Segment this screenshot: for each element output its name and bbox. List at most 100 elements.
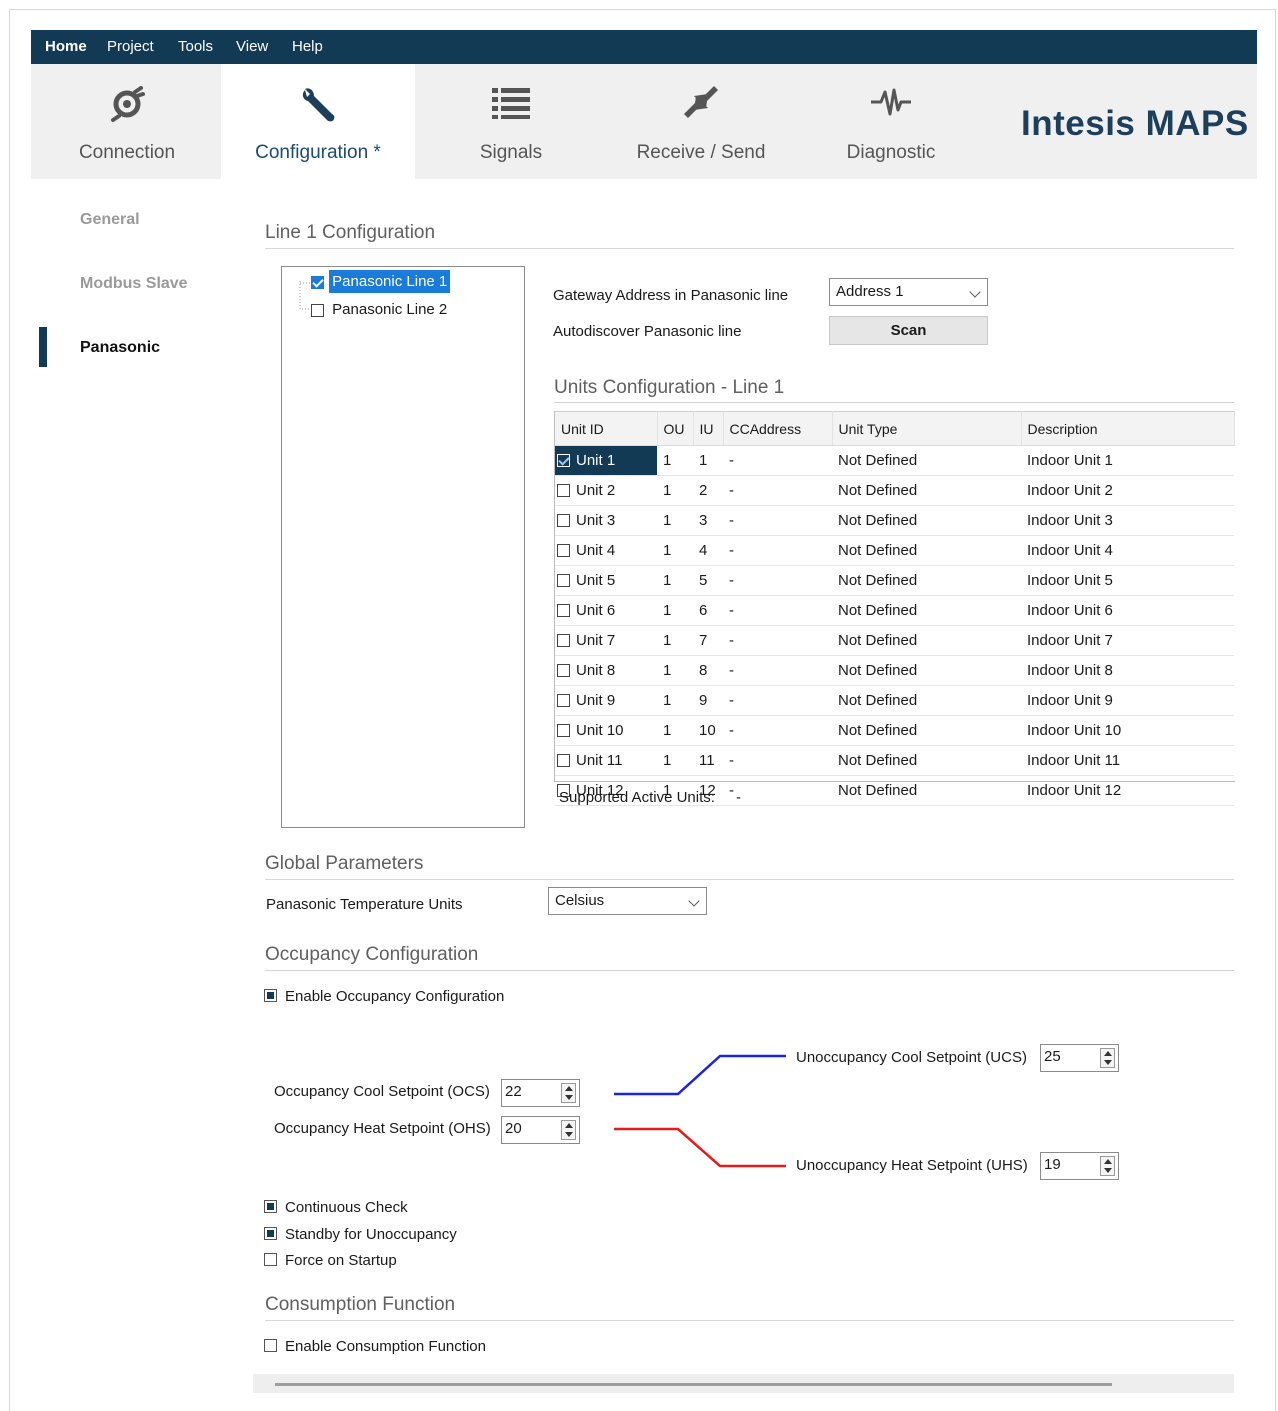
standby-checkbox[interactable]: Standby for Unoccupancy <box>264 1226 457 1243</box>
ocs-spinner[interactable]: 22 <box>501 1079 580 1107</box>
description-cell: Indoor Unit 9 <box>1021 685 1234 716</box>
tab-signals[interactable]: Signals <box>415 64 607 179</box>
ohs-spinner[interactable]: 20 <box>501 1116 580 1144</box>
sidebar-item-general[interactable]: General <box>80 211 140 229</box>
uhs-spinner[interactable]: 19 <box>1040 1152 1119 1180</box>
ccaddress-cell: - <box>723 745 832 776</box>
unit-id-cell[interactable]: Unit 8 <box>555 655 657 686</box>
tab-connection[interactable]: Connection <box>31 64 223 179</box>
enable-consumption-check-box[interactable] <box>264 1339 277 1353</box>
unit-id-cell[interactable]: Unit 9 <box>555 685 657 716</box>
temp-units-select[interactable]: Celsius <box>548 887 707 915</box>
sidebar-item-modbus-slave[interactable]: Modbus Slave <box>80 275 188 293</box>
description-cell: Indoor Unit 1 <box>1021 445 1234 476</box>
units-title-divider <box>554 402 1234 403</box>
tree-line2-checkbox[interactable] <box>311 303 324 317</box>
unit-type-cell: Not Defined <box>832 655 1021 686</box>
table-row[interactable]: Unit 9 1 9- Not Defined Indoor Unit 9 <box>555 685 1234 716</box>
unit-id-label: Unit 9 <box>576 692 616 709</box>
col-header-ou[interactable]: OU <box>657 411 694 446</box>
col-header-description[interactable]: Description <box>1021 411 1235 446</box>
unit-checkbox[interactable] <box>557 543 570 557</box>
unit-checkbox[interactable] <box>557 693 570 707</box>
unit-checkbox[interactable] <box>557 513 570 527</box>
table-row[interactable]: Unit 4 1 4- Not Defined Indoor Unit 4 <box>555 535 1234 566</box>
unit-checkbox[interactable] <box>557 723 570 737</box>
enable-occupancy-check[interactable] <box>264 989 277 1003</box>
unit-id-cell[interactable]: Unit 3 <box>555 505 657 536</box>
unit-id-cell[interactable]: Unit 5 <box>555 565 657 596</box>
standby-check-box[interactable] <box>264 1227 277 1241</box>
continuous-check-label: Continuous Check <box>285 1199 408 1216</box>
spinner-arrows-icon[interactable] <box>1100 1048 1115 1068</box>
col-header-unit-type[interactable]: Unit Type <box>832 411 1022 446</box>
unit-type-cell: Not Defined <box>832 535 1021 566</box>
enable-occupancy-checkbox[interactable]: Enable Occupancy Configuration <box>264 988 504 1005</box>
unit-checkbox[interactable] <box>557 633 570 647</box>
description-cell: Indoor Unit 12 <box>1021 775 1234 806</box>
unit-checkbox[interactable] <box>557 573 570 587</box>
enable-consumption-checkbox[interactable]: Enable Consumption Function <box>264 1338 486 1355</box>
menu-project[interactable]: Project <box>107 38 154 55</box>
force-startup-checkbox[interactable]: Force on Startup <box>264 1252 397 1269</box>
unit-type-cell: Not Defined <box>832 775 1021 806</box>
description-cell: Indoor Unit 11 <box>1021 745 1234 776</box>
table-row[interactable]: Unit 2 1 2- Not Defined Indoor Unit 2 <box>555 475 1234 506</box>
tree-item-line1[interactable]: Panasonic Line 1 <box>311 270 451 293</box>
unit-id-cell[interactable]: Unit 4 <box>555 535 657 566</box>
continuous-check-checkbox[interactable]: Continuous Check <box>264 1199 408 1216</box>
table-row[interactable]: Unit 5 1 5- Not Defined Indoor Unit 5 <box>555 565 1234 596</box>
description-cell: Indoor Unit 2 <box>1021 475 1234 506</box>
force-startup-check-box[interactable] <box>264 1253 277 1267</box>
tree-line1-checkbox[interactable] <box>311 275 324 289</box>
gateway-address-select[interactable]: Address 1 <box>829 278 988 306</box>
unit-checkbox[interactable] <box>557 483 570 497</box>
ccaddress-cell: - <box>723 445 832 476</box>
heat-connector-line <box>614 1127 786 1168</box>
unit-id-cell[interactable]: Unit 6 <box>555 595 657 626</box>
tree-item-line2[interactable]: Panasonic Line 2 <box>311 301 450 318</box>
col-header-iu[interactable]: IU <box>693 411 724 446</box>
scrollbar-thumb[interactable] <box>275 1383 1112 1386</box>
horizontal-scrollbar[interactable] <box>253 1374 1234 1393</box>
spinner-arrows-icon[interactable] <box>561 1083 576 1103</box>
ucs-label: Unoccupancy Cool Setpoint (UCS) <box>796 1049 1027 1066</box>
ocs-label: Occupancy Cool Setpoint (OCS) <box>274 1083 490 1100</box>
ucs-spinner[interactable]: 25 <box>1040 1044 1119 1072</box>
tab-receive-send[interactable]: Receive / Send <box>605 64 797 179</box>
table-row[interactable]: Unit 11 1 11- Not Defined Indoor Unit 11 <box>555 745 1234 776</box>
unit-checkbox[interactable] <box>557 603 570 617</box>
unit-id-cell[interactable]: Unit 11 <box>555 745 657 776</box>
continuous-check-box[interactable] <box>264 1200 277 1214</box>
unit-checkbox[interactable] <box>557 453 570 467</box>
unit-id-cell[interactable]: Unit 10 <box>555 715 657 746</box>
menu-help[interactable]: Help <box>292 38 323 55</box>
autodiscover-label: Autodiscover Panasonic line <box>553 323 742 340</box>
iu-cell: 6 <box>693 595 723 626</box>
col-header-unit-id[interactable]: Unit ID <box>555 411 658 446</box>
tab-configuration[interactable]: Configuration * <box>221 64 415 179</box>
table-row[interactable]: Unit 1 1 1- Not Defined Indoor Unit 1 <box>555 445 1234 476</box>
ucs-value: 25 <box>1044 1048 1061 1065</box>
spinner-arrows-icon[interactable] <box>1100 1156 1115 1176</box>
unit-id-cell[interactable]: Unit 2 <box>555 475 657 506</box>
table-row[interactable]: Unit 10 1 10- Not Defined Indoor Unit 10 <box>555 715 1234 746</box>
iu-cell: 9 <box>693 685 723 716</box>
table-row[interactable]: Unit 6 1 6- Not Defined Indoor Unit 6 <box>555 595 1234 626</box>
table-row[interactable]: Unit 7 1 7- Not Defined Indoor Unit 7 <box>555 625 1234 656</box>
table-row[interactable]: Unit 8 1 8- Not Defined Indoor Unit 8 <box>555 655 1234 686</box>
scan-button[interactable]: Scan <box>829 316 988 345</box>
unit-id-cell[interactable]: Unit 1 <box>555 445 657 476</box>
menu-view[interactable]: View <box>236 38 268 55</box>
table-row[interactable]: Unit 3 1 3- Not Defined Indoor Unit 3 <box>555 505 1234 536</box>
menu-tools[interactable]: Tools <box>178 38 213 55</box>
unit-checkbox[interactable] <box>557 753 570 767</box>
unit-checkbox[interactable] <box>557 663 570 677</box>
spinner-arrows-icon[interactable] <box>561 1120 576 1140</box>
col-header-ccaddress[interactable]: CCAddress <box>723 411 833 446</box>
ou-cell: 1 <box>657 685 693 716</box>
menu-home[interactable]: Home <box>45 38 87 55</box>
tab-diagnostic[interactable]: Diagnostic <box>795 64 987 179</box>
sidebar-item-panasonic[interactable]: Panasonic <box>80 339 160 357</box>
unit-id-cell[interactable]: Unit 7 <box>555 625 657 656</box>
